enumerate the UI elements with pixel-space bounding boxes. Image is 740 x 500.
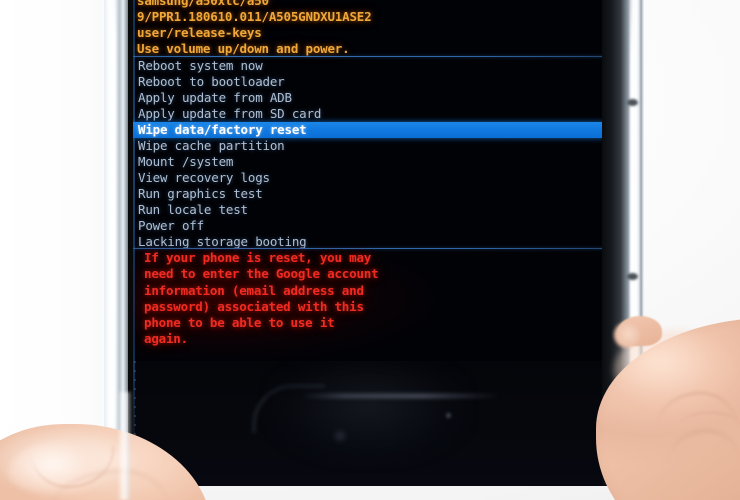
menu-item-mount-system[interactable]: Mount /system: [133, 154, 604, 170]
phone-left-bezel-highlight: [110, 0, 116, 470]
header-line-build: 9/PPR1.180610.011/A505GNDXU1ASE2: [137, 9, 372, 24]
warning-line-1: If your phone is reset, you may: [144, 250, 372, 265]
factory-reset-warning: If your phone is reset, you may need to …: [133, 250, 604, 348]
phone-device: Android Recovery samsung/a50xtc/a50 9/PP…: [104, 0, 644, 486]
phone-right-bezel: [602, 0, 644, 486]
menu-item-wipe-cache-partition[interactable]: Wipe cache partition: [133, 138, 604, 154]
menu-item-wipe-data-factory-reset[interactable]: Wipe data/factory reset: [133, 122, 604, 138]
screenshot-root: Android Recovery samsung/a50xtc/a50 9/PP…: [0, 0, 740, 500]
screen-edge-speckles: [134, 361, 136, 486]
screen-specular-dot: [446, 413, 451, 418]
warning-line-2: need to enter the Google account: [144, 266, 379, 282]
menu-item-view-recovery-logs[interactable]: View recovery logs: [133, 170, 604, 186]
phone-right-button-lower[interactable]: [627, 273, 638, 280]
menu-item-run-locale-test[interactable]: Run locale test: [133, 202, 604, 218]
phone-lower-left-specular: [118, 392, 132, 500]
menu-item-apply-update-from-adb[interactable]: Apply update from ADB: [133, 90, 604, 106]
menu-item-reboot-to-bootloader[interactable]: Reboot to bootloader: [133, 74, 604, 90]
warning-line-4: password) associated with this: [144, 298, 364, 314]
header-line-device: samsung/a50xtc/a50: [137, 0, 269, 8]
menu-item-power-off[interactable]: Power off: [133, 218, 604, 234]
menu-item-reboot-system-now[interactable]: Reboot system now: [133, 58, 604, 74]
menu-item-run-graphics-test[interactable]: Run graphics test: [133, 186, 604, 202]
screen-dark-lower-area: [133, 361, 604, 486]
header-line-keys: user/release-keys: [137, 25, 262, 40]
warning-line-3: information (email address and: [144, 282, 364, 298]
recovery-menu: Reboot system now Reboot to bootloader A…: [133, 58, 604, 250]
warning-line-5: phone to be able to use it: [144, 315, 335, 331]
menu-item-apply-update-from-sd[interactable]: Apply update from SD card: [133, 106, 604, 122]
header-line-hint: Use volume up/down and power.: [137, 41, 350, 56]
screen-reflection-bar: [301, 394, 501, 398]
separator-top: [133, 56, 604, 57]
recovery-header: Android Recovery samsung/a50xtc/a50 9/PP…: [137, 0, 597, 57]
phone-right-bezel-highlight: [630, 0, 635, 484]
warning-line-6: again.: [144, 331, 188, 347]
screen-reflection-dot: [335, 431, 345, 441]
separator-bottom: [133, 248, 604, 249]
recovery-screen: Android Recovery samsung/a50xtc/a50 9/PP…: [133, 0, 604, 361]
phone-right-button-upper[interactable]: [627, 99, 638, 106]
